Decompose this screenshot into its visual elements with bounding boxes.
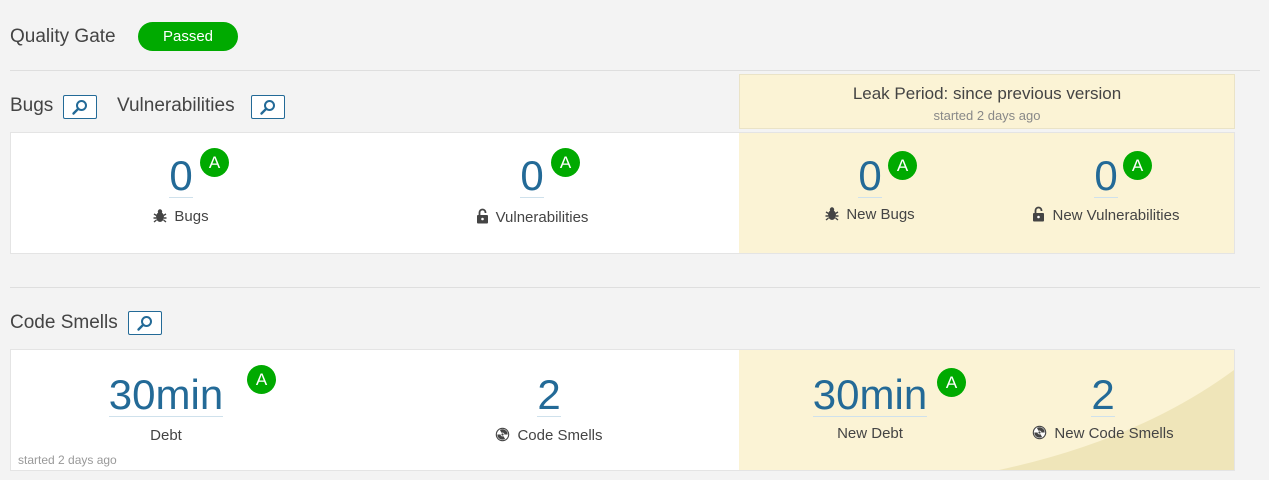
leak-period-banner: Leak Period: since previous version star…: [739, 74, 1235, 129]
new-code-smells-value-link[interactable]: 2: [1091, 374, 1115, 417]
vulnerabilities-rating-badge[interactable]: A: [551, 148, 580, 177]
quality-gate-title: Quality Gate: [10, 26, 116, 47]
debt-label: Debt: [150, 427, 182, 444]
radiation-icon: [1032, 425, 1047, 444]
code-smells-label: Code Smells: [517, 427, 603, 444]
debt-value-link[interactable]: 30min: [108, 374, 224, 417]
bugs-label: Bugs: [174, 208, 209, 225]
search-link-icon: [72, 100, 87, 115]
section-divider: [10, 287, 1260, 288]
new-vulnerabilities-label: New Vulnerabilities: [1052, 207, 1180, 224]
bug-icon: [153, 208, 167, 227]
vulnerabilities-value-link[interactable]: 0: [520, 155, 544, 198]
vulnerabilities-issues-link-button[interactable]: [251, 95, 285, 119]
vulnerabilities-label: Vulnerabilities: [495, 209, 589, 226]
bug-icon: [825, 206, 839, 225]
bugs-measure: 0 Bugs: [71, 155, 291, 227]
quality-gate-status-badge: Passed: [138, 22, 238, 51]
bugs-issues-link-button[interactable]: [63, 95, 97, 119]
started-note: started 2 days ago: [18, 453, 117, 467]
new-vulnerabilities-measure: 0 New Vulnerabilities: [991, 155, 1221, 226]
new-bugs-value-link[interactable]: 0: [858, 155, 882, 198]
vulnerabilities-section-title: Vulnerabilities: [117, 95, 235, 116]
new-debt-label: New Debt: [837, 425, 903, 442]
leak-period-started: started 2 days ago: [933, 108, 1041, 123]
debt-rating-badge[interactable]: A: [247, 365, 276, 394]
search-link-icon: [260, 100, 275, 115]
new-debt-rating-badge[interactable]: A: [937, 368, 966, 397]
section-divider: [10, 70, 1260, 71]
new-bugs-measure: 0 New Bugs: [760, 155, 980, 225]
radiation-icon: [495, 427, 510, 446]
new-vulnerabilities-rating-badge[interactable]: A: [1123, 151, 1152, 180]
new-code-smells-measure: 2 New Code Smells: [993, 374, 1213, 444]
bugs-value-link[interactable]: 0: [169, 155, 193, 198]
code-smells-section-title: Code Smells: [10, 312, 118, 333]
code-smells-measure: 2 Code Smells: [439, 374, 659, 446]
maintainability-panel: 30min Debt A 2 Code Smells started 2 day…: [10, 349, 1235, 471]
lock-icon: [476, 208, 489, 228]
leak-period-title: Leak Period: since previous version: [852, 84, 1122, 103]
debt-measure: 30min Debt: [71, 374, 261, 444]
vulnerabilities-measure: 0 Vulnerabilities: [422, 155, 642, 228]
new-bugs-label: New Bugs: [846, 206, 915, 223]
new-bugs-rating-badge[interactable]: A: [888, 151, 917, 180]
reliability-security-panel: 0 Bugs A 0 Vulnerabilities A 0 New Bugs …: [10, 132, 1235, 254]
bugs-rating-badge[interactable]: A: [200, 148, 229, 177]
new-debt-value-link[interactable]: 30min: [812, 374, 928, 417]
search-link-icon: [137, 316, 152, 331]
code-smells-issues-link-button[interactable]: [128, 311, 162, 335]
new-vulnerabilities-value-link[interactable]: 0: [1094, 155, 1118, 198]
new-code-smells-label: New Code Smells: [1054, 425, 1174, 442]
code-smells-value-link[interactable]: 2: [537, 374, 561, 417]
lock-icon: [1032, 206, 1045, 226]
bugs-section-title: Bugs: [10, 95, 54, 116]
